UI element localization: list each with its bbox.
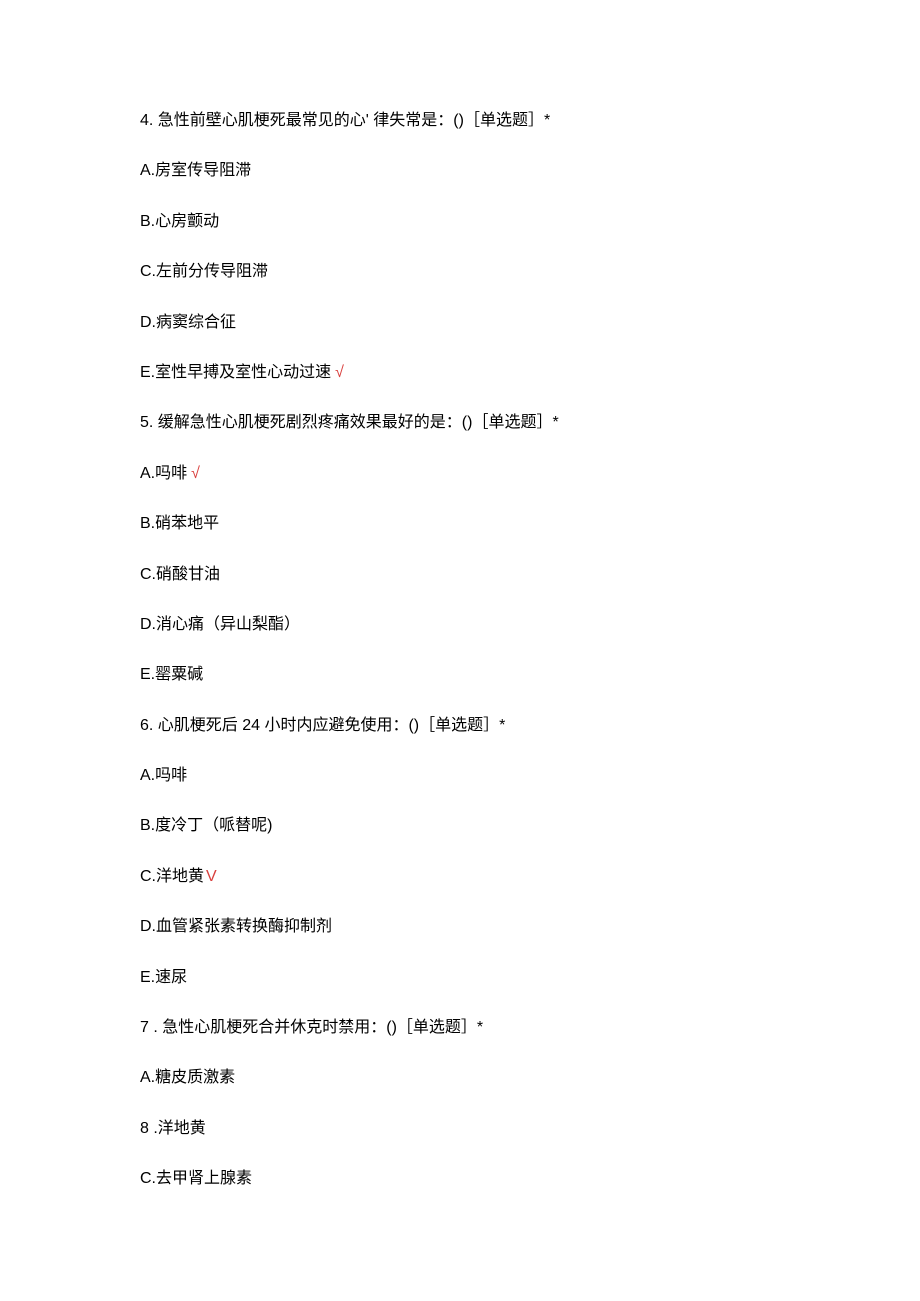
option-b: B.硝苯地平 <box>140 513 780 535</box>
question-stem: 7 . 急性心肌梗死合并休克时禁用：()［单选题］* <box>140 1017 780 1039</box>
option-c: C.硝酸甘油 <box>140 564 780 586</box>
document-page: 4. 急性前壁心肌梗死最常见的心' 律失常是：()［单选题］* A.房室传导阻滞… <box>0 0 920 1299</box>
option-text: C.洋地黄 <box>140 868 204 885</box>
option-c: C.左前分传导阻滞 <box>140 261 780 283</box>
question-stem: 6. 心肌梗死后 24 小时内应避免使用：()［单选题］* <box>140 715 780 737</box>
question-stem: 4. 急性前壁心肌梗死最常见的心' 律失常是：()［单选题］* <box>140 110 780 132</box>
option-a: A.房室传导阻滞 <box>140 160 780 182</box>
option-a: A.糖皮质激素 <box>140 1067 780 1089</box>
check-icon: √ <box>335 364 344 381</box>
option-text: A.吗啡 <box>140 465 187 482</box>
check-icon: V <box>206 868 217 885</box>
check-icon: √ <box>191 465 200 482</box>
option-c: C.去甲肾上腺素 <box>140 1168 780 1190</box>
option-e: E.室性早搏及室性心动过速√ <box>140 362 780 384</box>
option-a: A.吗啡 <box>140 765 780 787</box>
option-b: 8 .洋地黄 <box>140 1118 780 1140</box>
option-b: B.心房颤动 <box>140 211 780 233</box>
option-a: A.吗啡√ <box>140 463 780 485</box>
option-e: E.速尿 <box>140 967 780 989</box>
option-text: E.室性早搏及室性心动过速 <box>140 364 331 381</box>
option-c: C.洋地黄V <box>140 866 780 888</box>
option-b: B.度冷丁（哌替呢) <box>140 815 780 837</box>
question-stem: 5. 缓解急性心肌梗死剧烈疼痛效果最好的是：()［单选题］* <box>140 412 780 434</box>
option-d: D.消心痛（异山梨酯） <box>140 614 780 636</box>
option-e: E.罂粟碱 <box>140 664 780 686</box>
option-d: D.血管紧张素转换酶抑制剂 <box>140 916 780 938</box>
option-d: D.病窦综合征 <box>140 312 780 334</box>
